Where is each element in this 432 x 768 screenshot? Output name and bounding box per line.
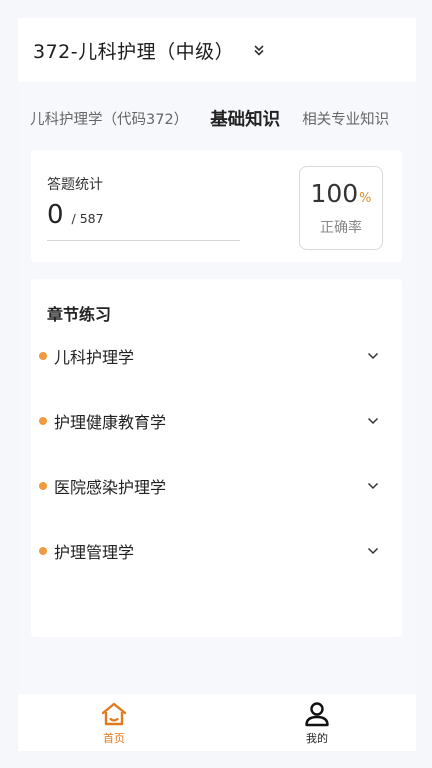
tab-basic-knowledge[interactable]: 基础知识 xyxy=(200,106,290,131)
stats-value: 0 / 587 xyxy=(47,200,104,230)
accuracy-unit: % xyxy=(359,191,372,206)
bullet-dot xyxy=(39,352,47,360)
top-bar: 372-儿科护理（中级） xyxy=(18,18,416,82)
nav-mine[interactable]: 我的 xyxy=(287,700,347,750)
accuracy-label: 正确率 xyxy=(320,220,362,236)
chapter-label: 护理管理学 xyxy=(54,543,135,562)
nav-home-label: 首页 xyxy=(103,732,125,745)
double-chevron-down-icon[interactable] xyxy=(252,43,266,57)
chapter-label: 儿科护理学 xyxy=(54,348,135,367)
chapter-item[interactable]: 儿科护理学 xyxy=(39,341,379,371)
bullet-dot xyxy=(39,417,47,425)
chevron-down-icon[interactable] xyxy=(367,480,379,492)
chevron-down-icon[interactable] xyxy=(367,350,379,362)
course-title[interactable]: 372-儿科护理（中级） xyxy=(33,37,234,64)
answer-stats-card: 答题统计 0 / 587 100% 正确率 xyxy=(31,150,402,262)
accuracy-number: 100 xyxy=(310,179,359,208)
nav-mine-label: 我的 xyxy=(306,732,328,745)
total-count: / 587 xyxy=(71,211,104,226)
nav-home[interactable]: 首页 xyxy=(84,700,144,750)
subject-tabs: 儿科护理学（代码372） 基础知识 相关专业知识 xyxy=(18,98,416,138)
app-frame: 372-儿科护理（中级） 儿科护理学（代码372） 基础知识 相关专业知识 答题… xyxy=(18,18,416,751)
bullet-dot xyxy=(39,547,47,555)
answered-count: 0 xyxy=(47,200,64,230)
chapter-item[interactable]: 护理健康教育学 xyxy=(39,406,379,436)
bullet-dot xyxy=(39,482,47,490)
tab-pediatric-nursing[interactable]: 儿科护理学（代码372） xyxy=(18,108,200,129)
chapter-label: 医院感染护理学 xyxy=(54,478,167,497)
bottom-nav: 首页 我的 xyxy=(18,694,416,751)
accuracy-box: 100% 正确率 xyxy=(299,166,383,250)
chapter-practice-card: 章节练习 儿科护理学 护理健康教育学 医院感染护理学 护理管理学 xyxy=(31,279,402,637)
accuracy-value: 100% xyxy=(300,179,382,208)
chapter-section-title: 章节练习 xyxy=(47,305,112,324)
chevron-down-icon[interactable] xyxy=(367,415,379,427)
stats-divider xyxy=(47,240,240,241)
home-icon xyxy=(101,702,127,726)
user-icon xyxy=(305,702,329,727)
chevron-down-icon[interactable] xyxy=(367,545,379,557)
stats-label: 答题统计 xyxy=(47,177,103,193)
chapter-label: 护理健康教育学 xyxy=(54,413,167,432)
chapter-item[interactable]: 护理管理学 xyxy=(39,536,379,566)
tab-related-knowledge[interactable]: 相关专业知识 xyxy=(290,108,401,129)
chapter-item[interactable]: 医院感染护理学 xyxy=(39,471,379,501)
